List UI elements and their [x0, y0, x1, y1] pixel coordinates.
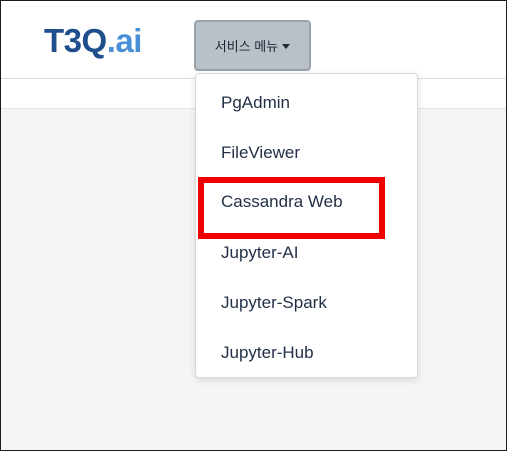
- service-menu-button[interactable]: 서비스 메뉴: [194, 20, 311, 71]
- menu-item-cassandra-web[interactable]: Cassandra Web: [196, 185, 417, 219]
- logo-suffix-text: .ai: [106, 22, 143, 59]
- service-menu-label: 서비스 메뉴: [214, 39, 279, 54]
- menu-item-pgadmin[interactable]: PgAdmin: [196, 86, 417, 120]
- menu-item-jupyter-hub[interactable]: Jupyter-Hub: [196, 336, 417, 370]
- menu-item-jupyter-ai[interactable]: Jupyter-AI: [196, 236, 417, 270]
- top-navbar: T3Q.ai 서비스 메뉴: [1, 1, 506, 79]
- caret-down-icon: [282, 43, 291, 49]
- service-menu-dropdown: PgAdmin FileViewer Cassandra Web Jupyter…: [195, 73, 418, 378]
- menu-item-fileviewer[interactable]: FileViewer: [196, 136, 417, 170]
- logo-main-text: T3Q: [44, 22, 107, 59]
- menu-item-jupyter-spark[interactable]: Jupyter-Spark: [196, 286, 417, 320]
- t3q-logo[interactable]: T3Q.ai: [44, 23, 142, 59]
